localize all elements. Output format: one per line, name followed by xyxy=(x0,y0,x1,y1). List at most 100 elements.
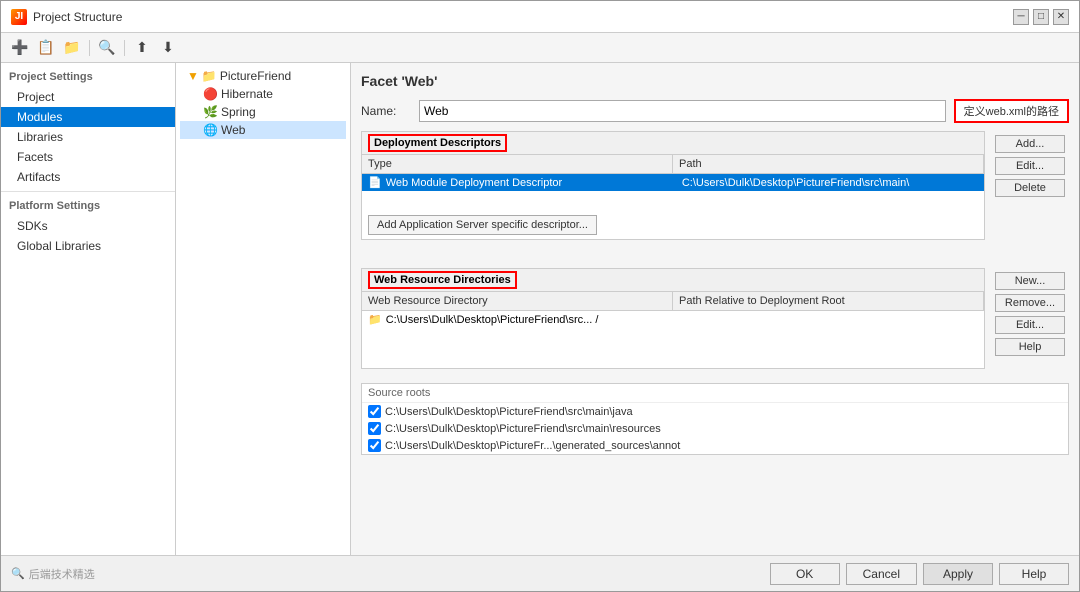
add-server-btn-row: Add Application Server specific descript… xyxy=(362,211,984,239)
name-input[interactable] xyxy=(419,100,946,122)
source-root-path-2: C:\Users\Dulk\Desktop\PictureFr...\gener… xyxy=(385,440,680,452)
add-server-button[interactable]: Add Application Server specific descript… xyxy=(368,215,597,235)
deployment-buttons: Add... Edit... Delete xyxy=(991,131,1069,248)
sidebar-item-project[interactable]: Project xyxy=(1,87,175,107)
type-col-header: Type xyxy=(362,155,673,173)
toolbar: ➕ 📋 📁 🔍 ⬆ ⬇ xyxy=(1,33,1079,63)
close-button[interactable]: ✕ xyxy=(1053,9,1069,25)
edit-web-resource-button[interactable]: Edit... xyxy=(995,316,1065,334)
toolbar-down-button[interactable]: ⬇ xyxy=(157,37,179,59)
web-dir-col-header: Web Resource Directory xyxy=(362,292,673,310)
tree-node-label: Hibernate xyxy=(221,87,273,101)
toolbar-separator-2 xyxy=(124,40,125,56)
project-settings-header: Project Settings xyxy=(1,67,175,87)
maximize-button[interactable]: □ xyxy=(1033,9,1049,25)
window-controls: ─ □ ✕ xyxy=(1013,9,1069,25)
source-root-path-1: C:\Users\Dulk\Desktop\PictureFriend\src\… xyxy=(385,423,661,435)
deployment-descriptor-row[interactable]: 📄 Web Module Deployment Descriptor C:\Us… xyxy=(362,174,984,191)
descriptor-type: Web Module Deployment Descriptor xyxy=(386,177,682,189)
facet-title: Facet 'Web' xyxy=(361,73,1069,89)
minimize-button[interactable]: ─ xyxy=(1013,9,1029,25)
main-window: JI Project Structure ─ □ ✕ ➕ 📋 📁 🔍 ⬆ ⬇ P… xyxy=(0,0,1080,592)
main-content: Project Settings Project Modules Librari… xyxy=(1,63,1079,555)
deployment-table-header: Type Path xyxy=(362,155,984,174)
toolbar-folder-button[interactable]: 📁 xyxy=(61,37,83,59)
sidebar-divider xyxy=(1,191,175,192)
cancel-button[interactable]: Cancel xyxy=(846,563,917,585)
descriptor-path: C:\Users\Dulk\Desktop\PictureFriend\src\… xyxy=(682,177,978,189)
web-resource-buttons: New... Remove... Edit... Help xyxy=(991,268,1069,377)
bottom-bar: 🔍 后端技术精选 OK Cancel Apply Help xyxy=(1,555,1079,591)
app-icon: JI xyxy=(11,9,27,25)
toolbar-add-button[interactable]: ➕ xyxy=(9,37,31,59)
edit-descriptor-button[interactable]: Edit... xyxy=(995,157,1065,175)
web-resource-header: Web Resource Directories xyxy=(362,269,984,292)
sidebar-item-libraries[interactable]: Libraries xyxy=(1,127,175,147)
tree-node-web[interactable]: 🌐 Web xyxy=(180,121,346,139)
name-row: Name: 定义web.xml的路径 xyxy=(361,99,1069,123)
source-root-path-0: C:\Users\Dulk\Desktop\PictureFriend\src\… xyxy=(385,406,633,418)
remove-web-resource-button[interactable]: Remove... xyxy=(995,294,1065,312)
descriptor-empty-space xyxy=(362,191,984,211)
sidebar-item-global-libraries[interactable]: Global Libraries xyxy=(1,236,175,256)
tree-node-spring[interactable]: 🌿 Spring xyxy=(180,103,346,121)
deployment-descriptors-label: Deployment Descriptors xyxy=(368,134,507,152)
web-resource-row[interactable]: 📁 C:\Users\Dulk\Desktop\PictureFriend\sr… xyxy=(362,311,984,328)
help-web-resource-button[interactable]: Help xyxy=(995,338,1065,356)
web-resource-box: Web Resource Directories Web Resource Di… xyxy=(361,268,985,369)
web-resource-dir: C:\Users\Dulk\Desktop\PictureFriend\src.… xyxy=(386,314,978,326)
sidebar: Project Settings Project Modules Librari… xyxy=(1,63,176,555)
new-web-resource-button[interactable]: New... xyxy=(995,272,1065,290)
source-roots-title: Source roots xyxy=(362,384,1068,403)
source-root-checkbox-2[interactable] xyxy=(368,439,381,452)
watermark: 🔍 后端技术精选 xyxy=(11,566,764,582)
facet-panel: Facet 'Web' Name: 定义web.xml的路径 Deploymen… xyxy=(351,63,1079,555)
ok-button[interactable]: OK xyxy=(770,563,840,585)
source-root-item-2: C:\Users\Dulk\Desktop\PictureFr...\gener… xyxy=(362,437,1068,454)
web-resource-icon: 📁 xyxy=(368,313,382,326)
sidebar-item-modules[interactable]: Modules xyxy=(1,107,175,127)
tree-node-label: Spring xyxy=(221,105,256,119)
tree-node-hibernate[interactable]: 🔴 Hibernate xyxy=(180,85,346,103)
source-root-item-0: C:\Users\Dulk\Desktop\PictureFriend\src\… xyxy=(362,403,1068,420)
tree-node-label: PictureFriend xyxy=(220,69,291,83)
expand-icon: ▼ xyxy=(187,69,199,83)
toolbar-separator xyxy=(89,40,90,56)
annotation-webxml: 定义web.xml的路径 xyxy=(954,99,1069,123)
toolbar-copy-button[interactable]: 📋 xyxy=(35,37,57,59)
tree-node-label: Web xyxy=(221,123,245,137)
source-roots-section: Source roots C:\Users\Dulk\Desktop\Pictu… xyxy=(361,383,1069,455)
deployment-descriptors-box: Deployment Descriptors Type Path 📄 Web M… xyxy=(361,131,985,240)
web-resource-section: Web Resource Directories 定义web资源的根目录 Web… xyxy=(361,268,1069,377)
folder-icon: 📁 xyxy=(202,69,217,83)
web-path-col-header: Path Relative to Deployment Root xyxy=(673,292,984,310)
add-descriptor-button[interactable]: Add... xyxy=(995,135,1065,153)
deployment-descriptors-section: Deployment Descriptors Type Path 📄 Web M… xyxy=(361,131,1069,248)
apply-button[interactable]: Apply xyxy=(923,563,993,585)
web-resource-empty-space xyxy=(362,328,984,368)
spring-icon: 🌿 xyxy=(203,105,218,119)
platform-settings-header: Platform Settings xyxy=(1,196,175,216)
delete-descriptor-button[interactable]: Delete xyxy=(995,179,1065,197)
web-resource-header-label: Web Resource Directories xyxy=(368,271,517,289)
sidebar-item-facets[interactable]: Facets xyxy=(1,147,175,167)
source-root-item-1: C:\Users\Dulk\Desktop\PictureFriend\src\… xyxy=(362,420,1068,437)
sidebar-item-sdks[interactable]: SDKs xyxy=(1,216,175,236)
web-icon: 🌐 xyxy=(203,123,218,137)
source-root-checkbox-0[interactable] xyxy=(368,405,381,418)
path-col-header: Path xyxy=(673,155,984,173)
toolbar-search-button[interactable]: 🔍 xyxy=(96,37,118,59)
name-label: Name: xyxy=(361,104,411,118)
module-tree: ▼ 📁 PictureFriend 🔴 Hibernate 🌿 Spring 🌐… xyxy=(176,63,351,555)
source-root-checkbox-1[interactable] xyxy=(368,422,381,435)
tree-node-picturefriend[interactable]: ▼ 📁 PictureFriend xyxy=(180,67,346,85)
deployment-descriptors-header: Deployment Descriptors xyxy=(362,132,984,155)
sidebar-item-artifacts[interactable]: Artifacts xyxy=(1,167,175,187)
title-bar: JI Project Structure ─ □ ✕ xyxy=(1,1,1079,33)
toolbar-up-button[interactable]: ⬆ xyxy=(131,37,153,59)
hibernate-icon: 🔴 xyxy=(203,87,218,101)
descriptor-icon: 📄 xyxy=(368,176,382,189)
help-button[interactable]: Help xyxy=(999,563,1069,585)
window-title: Project Structure xyxy=(33,10,122,24)
web-resource-table-header: Web Resource Directory Path Relative to … xyxy=(362,292,984,311)
